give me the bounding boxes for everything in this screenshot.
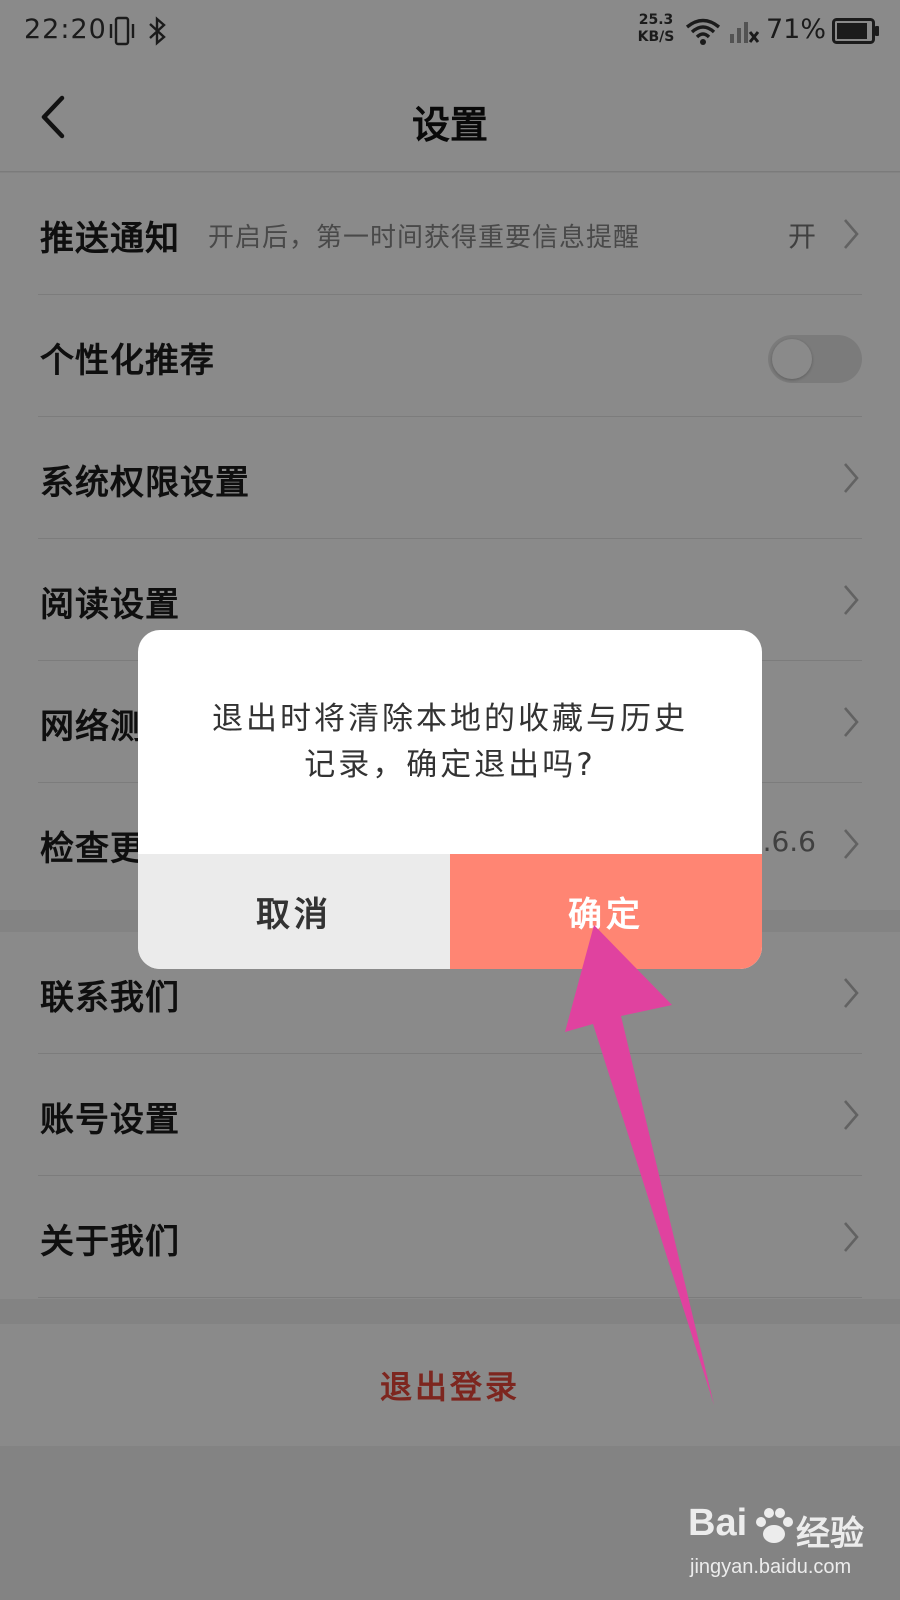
watermark-brand-cn: 经验 (796, 1514, 864, 1554)
watermark-url: jingyan.baidu.com (690, 1556, 852, 1578)
watermark-logo-text: Bai (688, 1502, 748, 1544)
logout-confirm-dialog: 退出时将清除本地的收藏与历史 记录，确定退出吗? 取消 确定 (138, 630, 762, 969)
confirm-button[interactable]: 确定 (450, 854, 762, 969)
dialog-message: 退出时将清除本地的收藏与历史 记录，确定退出吗? (212, 701, 688, 783)
paw-icon (756, 1508, 793, 1543)
cancel-button[interactable]: 取消 (138, 854, 450, 969)
baidu-jingyan-watermark: Bai 经验 jingyan.baidu.com (688, 1502, 888, 1592)
